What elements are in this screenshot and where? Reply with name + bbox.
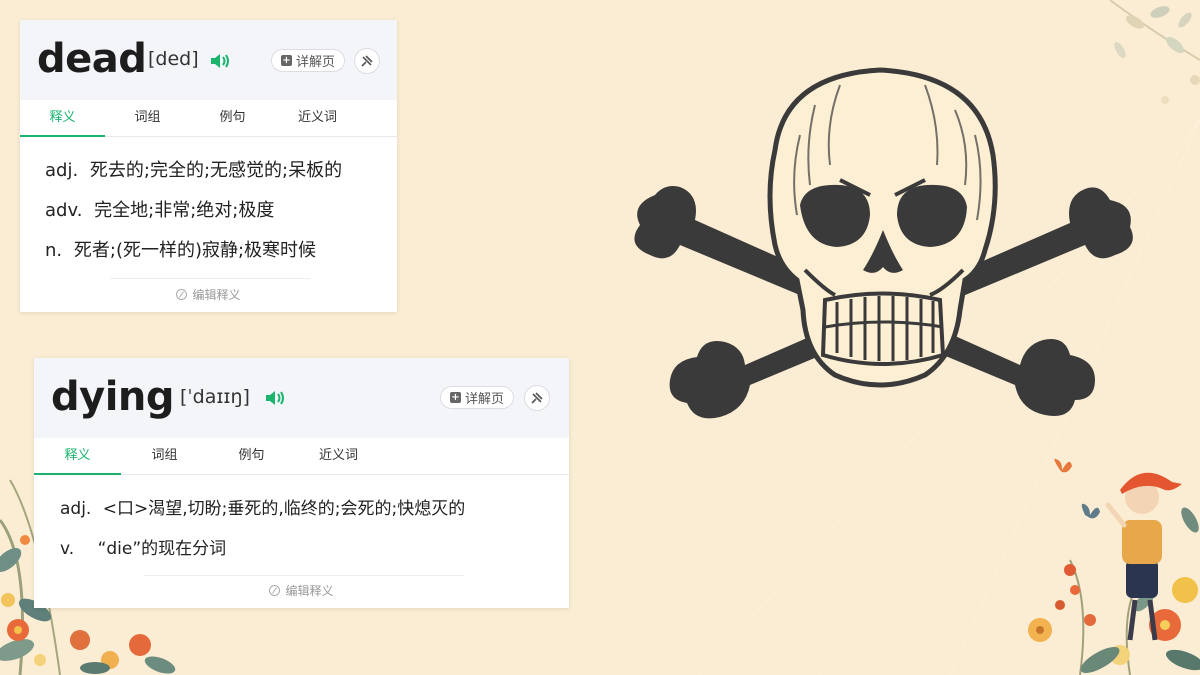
speaker-icon[interactable] xyxy=(210,53,230,69)
phonetic: [ded] xyxy=(148,48,199,70)
card-header: dead [ded] + 详解页 xyxy=(20,20,397,100)
tab-examples[interactable]: 例句 xyxy=(190,100,275,136)
tab-examples[interactable]: 例句 xyxy=(208,438,295,474)
headword: dying xyxy=(51,374,175,420)
pin-button[interactable] xyxy=(524,385,550,411)
detail-page-button[interactable]: + 详解页 xyxy=(440,386,514,409)
edit-definition-link[interactable]: 编辑释义 xyxy=(20,286,397,303)
pin-icon xyxy=(361,55,373,67)
detail-page-button[interactable]: + 详解页 xyxy=(271,49,345,72)
dictionary-card-dying: dying [ˈdaɪɪŋ] + 详解页 释义 词组 例句 近义词 adj. <… xyxy=(34,358,569,608)
skull-crossbones-icon xyxy=(634,67,1133,419)
definition-item: adv. 完全地;非常;绝对;极度 xyxy=(45,196,342,236)
part-of-speech: adj. xyxy=(60,499,92,519)
edit-definition-label: 编辑释义 xyxy=(285,584,334,598)
tab-bar: 释义 词组 例句 近义词 xyxy=(34,438,569,475)
divider xyxy=(144,575,464,576)
pin-button[interactable] xyxy=(354,48,380,74)
tab-definitions[interactable]: 释义 xyxy=(34,438,121,475)
dictionary-card-dead: dead [ded] + 详解页 释义 词组 例句 近义词 adj. 死去的;完… xyxy=(20,20,397,312)
speaker-icon[interactable] xyxy=(265,390,285,406)
edit-definition-link[interactable]: 编辑释义 xyxy=(34,582,569,599)
butterfly-icon xyxy=(1081,503,1100,519)
divider xyxy=(110,278,310,279)
edit-definition-label: 编辑释义 xyxy=(192,288,241,302)
pin-icon xyxy=(531,392,543,404)
definition-text: 完全地;非常;绝对;极度 xyxy=(94,200,275,221)
flower-decoration-bottom-right xyxy=(1028,458,1200,675)
definition-text: <口>渴望,切盼;垂死的,临终的;会死的;快熄灭的 xyxy=(102,499,466,519)
tab-synonyms[interactable]: 近义词 xyxy=(275,100,360,136)
card-header: dying [ˈdaɪɪŋ] + 详解页 xyxy=(34,358,569,438)
definition-list: adj. 死去的;完全的;无感觉的;呆板的 adv. 完全地;非常;绝对;极度 … xyxy=(45,156,342,276)
definition-text: 死去的;完全的;无感觉的;呆板的 xyxy=(89,160,343,181)
tab-bar: 释义 词组 例句 近义词 xyxy=(20,100,397,137)
definition-item: v. “die”的现在分词 xyxy=(60,534,465,574)
headword: dead xyxy=(37,36,147,82)
tab-synonyms[interactable]: 近义词 xyxy=(295,438,382,474)
definition-list: adj. <口>渴望,切盼;垂死的,临终的;会死的;快熄灭的 v. “die”的… xyxy=(60,494,465,574)
definition-item: n. 死者;(死一样的)寂静;极寒时候 xyxy=(45,236,342,276)
detail-page-label: 详解页 xyxy=(464,392,504,407)
definition-item: adj. <口>渴望,切盼;垂死的,临终的;会死的;快熄灭的 xyxy=(60,494,465,534)
definition-text: “die”的现在分词 xyxy=(97,539,227,559)
definition-item: adj. 死去的;完全的;无感觉的;呆板的 xyxy=(45,156,342,196)
part-of-speech: v. xyxy=(60,539,75,559)
plus-box-icon: + xyxy=(280,55,292,66)
plus-box-icon: + xyxy=(449,392,461,403)
part-of-speech: adv. xyxy=(45,200,83,221)
definition-text: 死者;(死一样的)寂静;极寒时候 xyxy=(73,240,317,261)
edit-pencil-icon xyxy=(176,289,188,300)
part-of-speech: adj. xyxy=(45,160,79,181)
tab-definitions[interactable]: 释义 xyxy=(20,100,105,137)
butterfly-icon xyxy=(1054,458,1072,473)
tab-phrases[interactable]: 词组 xyxy=(121,438,208,474)
tab-phrases[interactable]: 词组 xyxy=(105,100,190,136)
part-of-speech: n. xyxy=(45,240,63,261)
detail-page-label: 详解页 xyxy=(295,55,335,70)
edit-pencil-icon xyxy=(269,585,281,596)
phonetic: [ˈdaɪɪŋ] xyxy=(180,386,250,408)
